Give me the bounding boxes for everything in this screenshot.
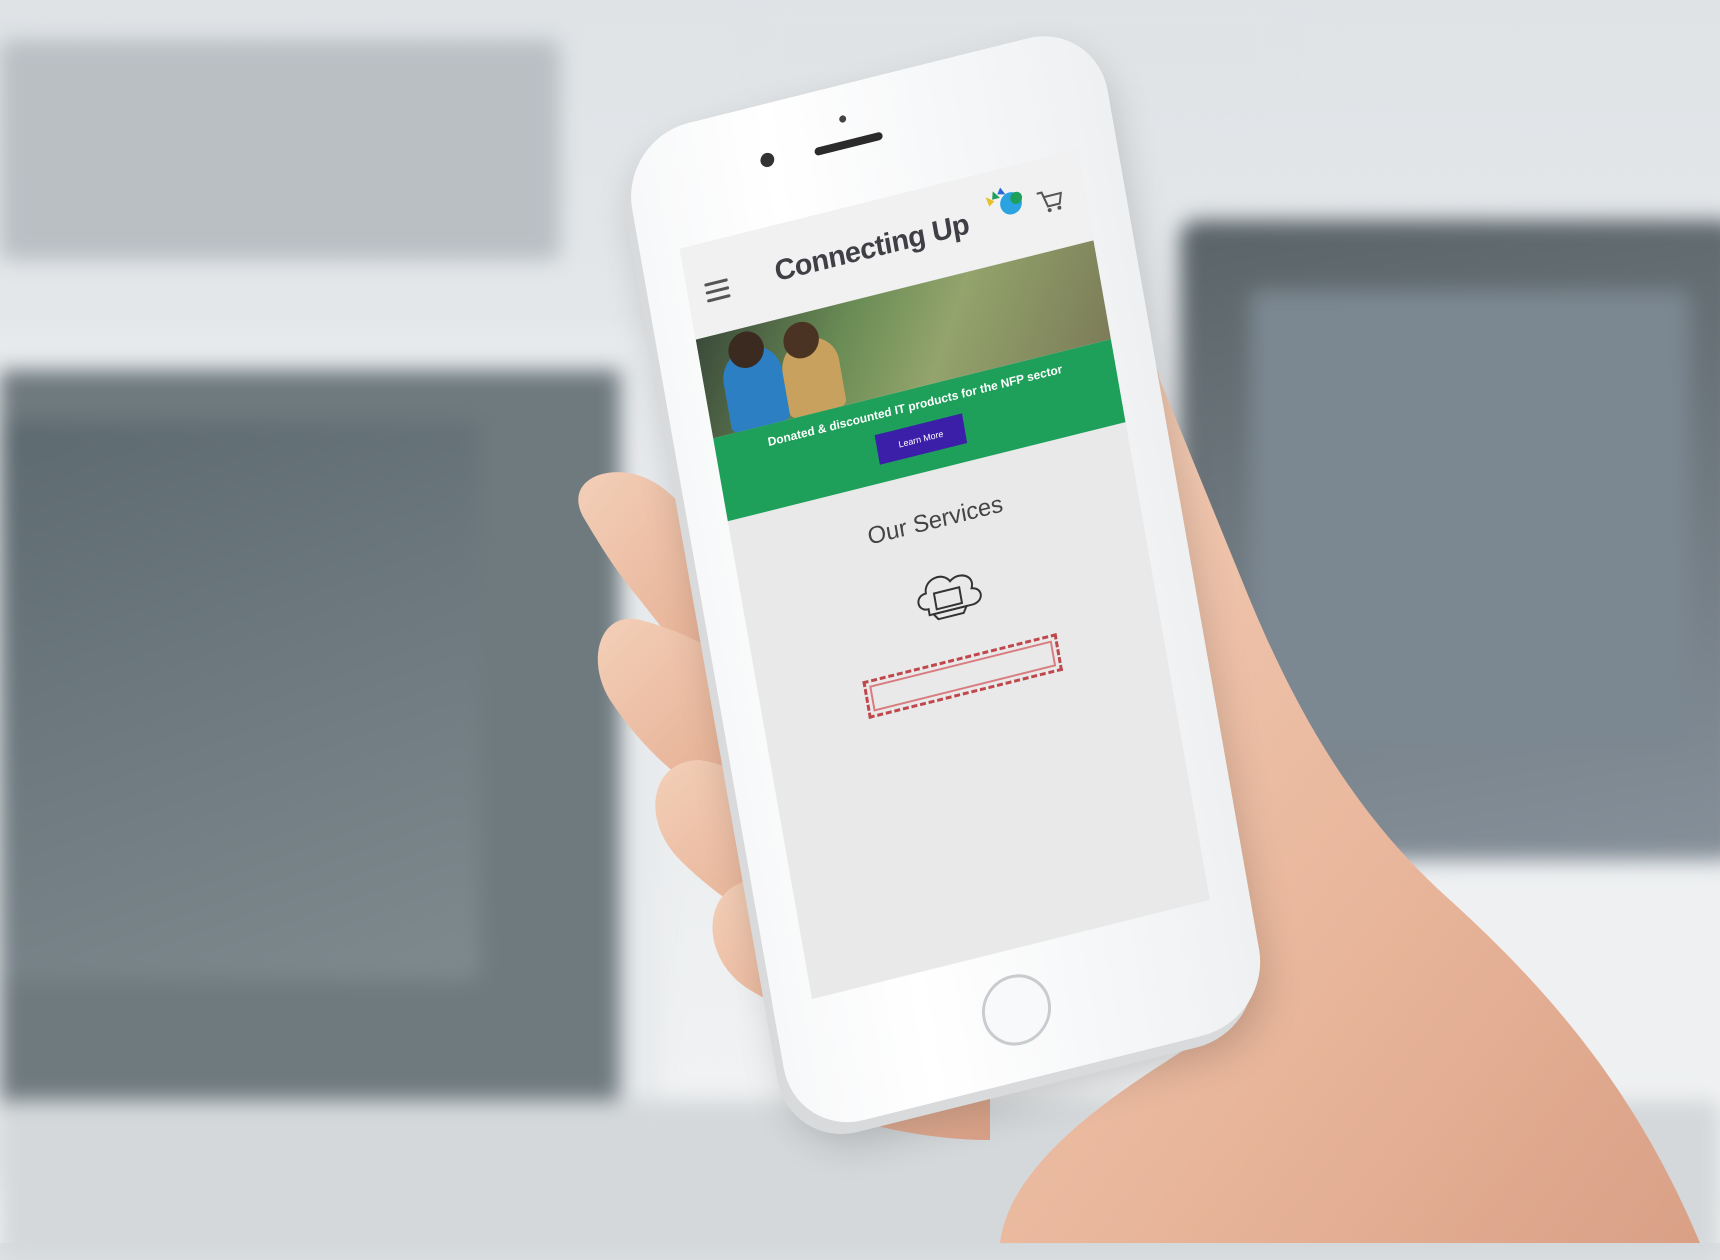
cloud-technology-icon bbox=[917, 574, 982, 621]
butterfly-logo-icon bbox=[985, 187, 1023, 215]
proximity-sensor bbox=[838, 114, 847, 124]
earpiece-speaker bbox=[813, 131, 884, 157]
home-button[interactable] bbox=[976, 966, 1057, 1053]
front-camera bbox=[759, 151, 776, 169]
learn-more-button[interactable]: Learn More bbox=[874, 413, 968, 465]
shopping-cart-icon[interactable] bbox=[1034, 185, 1066, 217]
hamburger-menu-icon[interactable] bbox=[704, 278, 731, 303]
phone-screen: Connecting Up Donated & discounted IT pr… bbox=[679, 149, 1210, 1000]
service-cta-button[interactable] bbox=[862, 633, 1064, 719]
